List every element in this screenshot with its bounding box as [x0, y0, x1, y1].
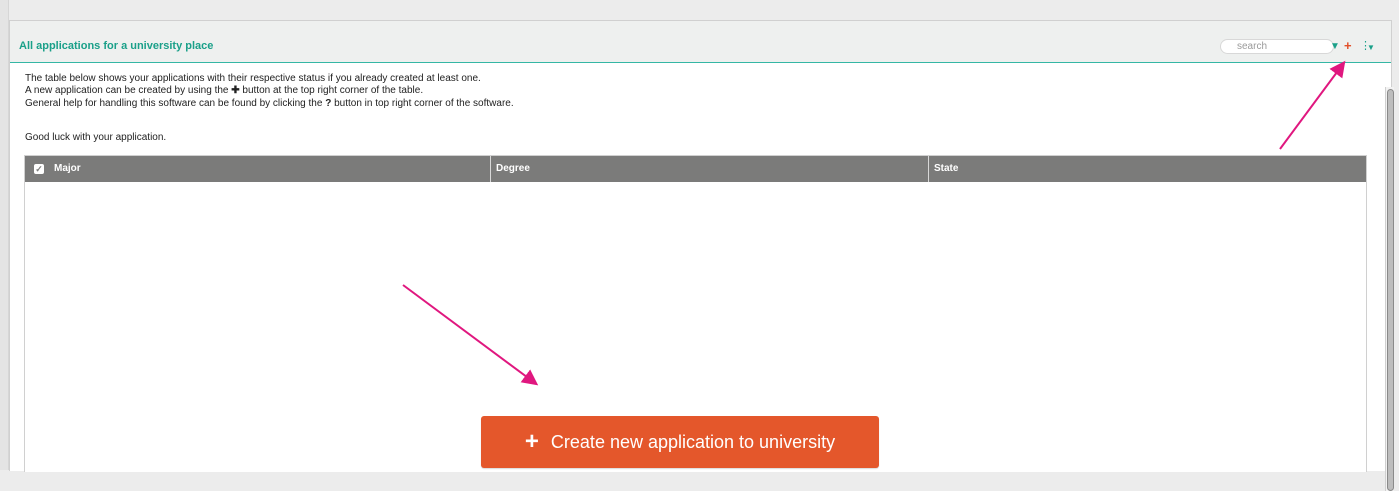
column-header-state[interactable]: State — [934, 156, 958, 182]
plus-symbol-icon: ✚ — [231, 85, 240, 97]
scrollbar-thumb[interactable] — [1387, 89, 1394, 491]
intro-line-3-pre: General help for handling this software … — [25, 97, 326, 109]
create-application-button[interactable]: + Create new application to university — [481, 416, 879, 468]
column-header-degree[interactable]: Degree — [496, 156, 530, 182]
intro-line-3-post: button in top right corner of the softwa… — [331, 97, 514, 109]
add-application-icon[interactable]: + — [1344, 39, 1352, 53]
intro-text: The table below shows your applications … — [25, 73, 514, 110]
intro-line-2: A new application can be created by usin… — [25, 85, 514, 97]
intro-line-2-pre: A new application can be created by usin… — [25, 85, 232, 97]
vertical-scrollbar[interactable] — [1385, 87, 1394, 491]
filter-icon[interactable]: ▼ — [1330, 40, 1340, 54]
plus-icon: + — [524, 428, 539, 455]
good-luck-text: Good luck with your application. — [25, 132, 167, 143]
panel-title: All applications for a university place — [19, 40, 214, 52]
applications-panel: All applications for a university place … — [9, 20, 1394, 491]
column-divider — [490, 156, 491, 182]
table-header-row: ✓ Major Degree State — [25, 156, 1366, 182]
column-header-major[interactable]: Major — [54, 156, 81, 182]
create-application-label: Create new application to university — [550, 431, 836, 452]
left-sidebar-edge — [0, 0, 9, 470]
select-all-checkbox[interactable]: ✓ — [34, 164, 44, 174]
intro-line-1: The table below shows your applications … — [25, 73, 481, 84]
top-strip — [0, 0, 1399, 20]
panel-header: All applications for a university place … — [10, 21, 1391, 63]
column-divider — [928, 156, 929, 182]
intro-line-2-post: button at the top right corner of the ta… — [239, 85, 424, 97]
intro-line-3: General help for handling this software … — [25, 98, 514, 110]
search-input[interactable] — [1220, 39, 1334, 54]
caret-down-icon[interactable]: ▼ — [1367, 41, 1375, 55]
